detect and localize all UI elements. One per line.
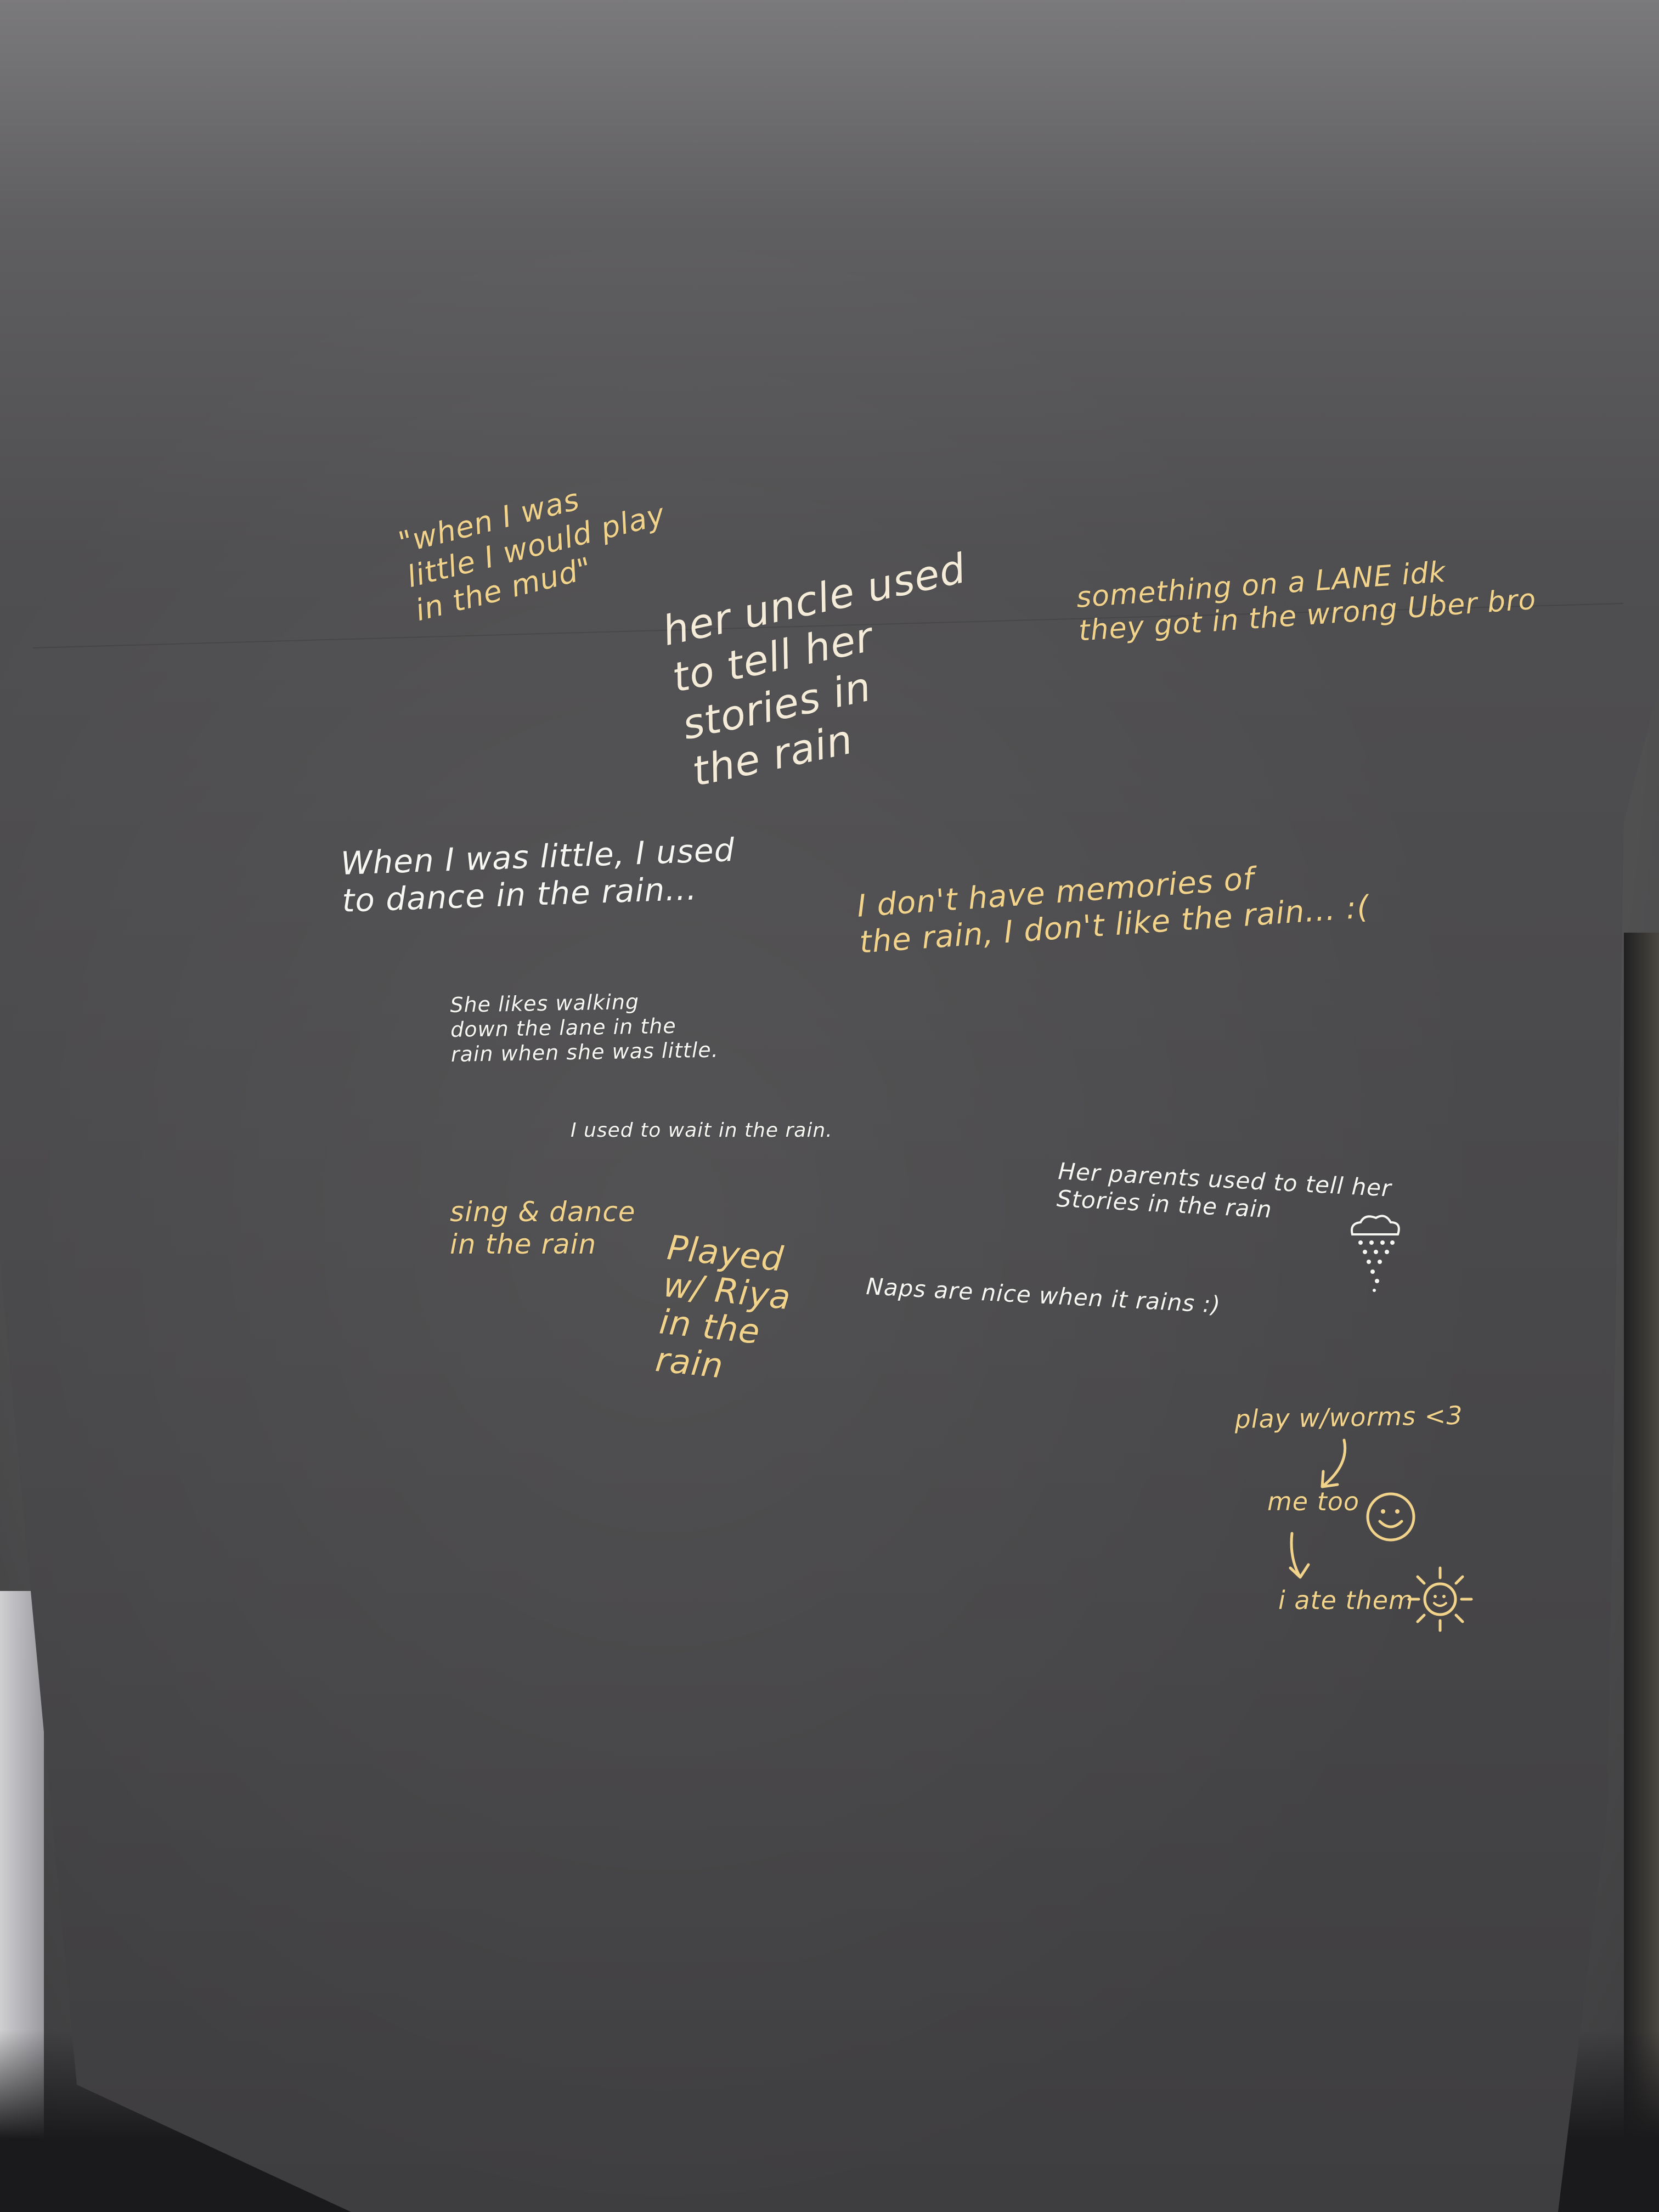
arrow-icon: [1289, 1532, 1310, 1579]
note-ate: i ate them: [1278, 1585, 1414, 1615]
note-wait: I used to wait in the rain.: [571, 1119, 833, 1142]
board-edge: [1624, 933, 1659, 2212]
arrow-icon: [1321, 1438, 1347, 1488]
note-worms: play w/worms <3: [1234, 1400, 1463, 1434]
rain-cloud-icon: [1351, 1215, 1400, 1292]
note-dance: When I was little, I used to dance in th…: [340, 831, 736, 920]
note-walking: She likes walking down the lane in the r…: [450, 989, 719, 1066]
smiley-face-icon: [1366, 1492, 1415, 1542]
photo-scene: "when I was little I would play in the m…: [0, 0, 1659, 2212]
note-sing: sing & dance in the rain: [450, 1196, 636, 1260]
note-riya: Played w/ Riya in the rain: [653, 1227, 793, 1386]
chalkboard: [0, 0, 1659, 2212]
sun-icon: [1407, 1566, 1473, 1632]
